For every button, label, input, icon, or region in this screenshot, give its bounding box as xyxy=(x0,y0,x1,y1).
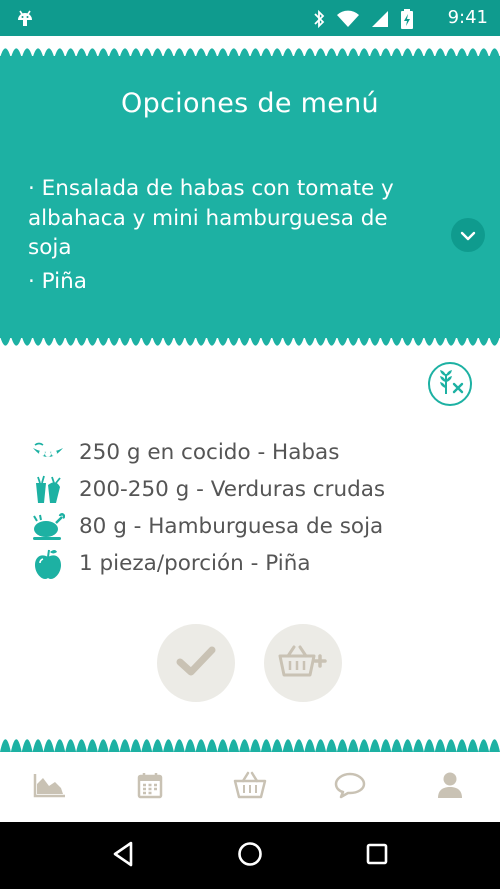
wave-divider-footer xyxy=(0,739,500,752)
ingredient-text: 200-250 g - Verduras crudas xyxy=(79,477,386,502)
back-button[interactable] xyxy=(103,836,143,876)
wave-divider-bottom xyxy=(0,336,500,346)
system-nav-bar xyxy=(0,822,500,889)
page-title: Opciones de menú xyxy=(121,88,379,119)
ingredient-text: 250 g en cocido - Habas xyxy=(79,440,340,465)
ingredients-list: 250 g en cocido - Habas 200-250 g - Verd… xyxy=(30,434,385,582)
ingredient-row: 250 g en cocido - Habas xyxy=(30,434,385,471)
checkmark-icon xyxy=(176,645,216,681)
android-icon xyxy=(14,7,36,33)
home-circle-icon xyxy=(237,841,263,871)
ingredient-text: 1 pieza/porción - Piña xyxy=(79,551,311,576)
menu-item: · Ensalada de habas con tomate y albahac… xyxy=(28,176,394,260)
gluten-free-icon xyxy=(435,367,465,401)
pea-pod-icon xyxy=(30,437,66,469)
user-icon xyxy=(437,771,463,803)
ingredient-row: 1 pieza/porción - Piña xyxy=(30,545,385,582)
menu-options-header: Opciones de menú · Ensalada de habas con… xyxy=(0,48,500,346)
ingredient-row: 200-250 g - Verduras crudas xyxy=(30,471,385,508)
calendar-icon xyxy=(137,771,163,803)
gluten-free-badge[interactable] xyxy=(428,362,472,406)
apple-icon xyxy=(30,548,66,580)
menu-detail: 250 g en cocido - Habas 200-250 g - Verd… xyxy=(0,348,500,743)
basket-add-icon xyxy=(278,644,328,682)
status-clock: 9:41 xyxy=(447,7,488,28)
wave-divider-top xyxy=(0,48,500,58)
vegetables-icon xyxy=(30,474,66,506)
recents-square-icon xyxy=(365,842,389,870)
chat-bubble-icon xyxy=(334,771,366,803)
bluetooth-icon xyxy=(312,9,326,33)
roast-chicken-icon xyxy=(30,511,66,543)
wifi-icon xyxy=(336,10,360,32)
chevron-down-icon xyxy=(460,226,476,245)
tab-shopping[interactable] xyxy=(220,762,280,812)
basket-icon xyxy=(233,771,267,803)
back-triangle-icon xyxy=(111,841,135,871)
home-button[interactable] xyxy=(230,836,270,876)
menu-items-list: · Ensalada de habas con tomate y albahac… xyxy=(28,174,428,296)
add-to-basket-button[interactable] xyxy=(264,624,342,702)
bottom-tab-bar xyxy=(0,752,500,822)
chart-area-icon xyxy=(33,772,67,802)
menu-item: · Piña xyxy=(28,268,87,294)
ingredient-row: 80 g - Hamburguesa de soja xyxy=(30,508,385,545)
tab-calendar[interactable] xyxy=(120,762,180,812)
ingredient-text: 80 g - Hamburguesa de soja xyxy=(79,514,384,539)
tab-chat[interactable] xyxy=(320,762,380,812)
mark-done-button[interactable] xyxy=(157,624,235,702)
tab-progress[interactable] xyxy=(20,762,80,812)
expand-button[interactable] xyxy=(451,218,485,252)
battery-charging-icon xyxy=(400,8,414,34)
recents-button[interactable] xyxy=(357,836,397,876)
signal-icon xyxy=(370,9,390,33)
tab-profile[interactable] xyxy=(420,762,480,812)
status-bar: 9:41 xyxy=(0,0,500,36)
